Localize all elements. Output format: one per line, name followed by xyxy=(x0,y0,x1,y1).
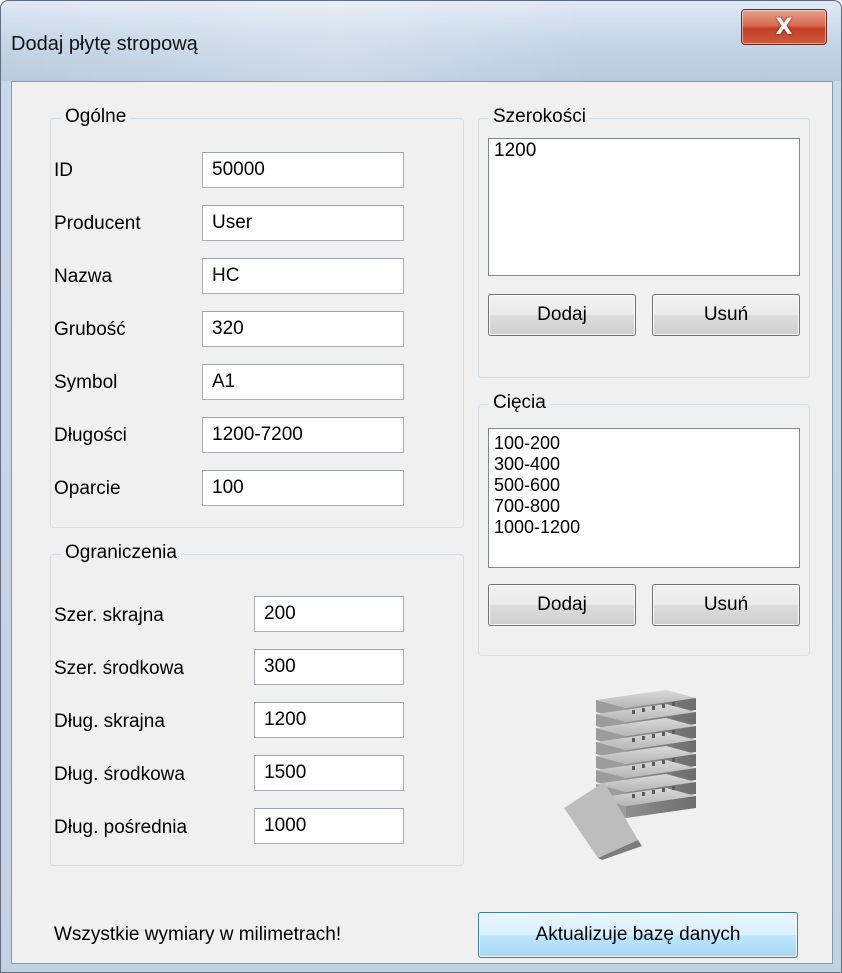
widths-remove-button[interactable]: Usuń xyxy=(652,294,800,336)
name-field[interactable]: HC xyxy=(202,258,404,294)
hollow-core-slabs-image xyxy=(564,690,696,860)
middle-length-field[interactable]: 1500 xyxy=(254,755,404,791)
dialog-client-area: Ogólne ID 50000 Producent User Nazwa HC … xyxy=(11,81,833,964)
close-button[interactable]: X xyxy=(741,9,827,45)
list-item[interactable]: 500-600 xyxy=(494,475,794,496)
symbol-field[interactable]: A1 xyxy=(202,364,404,400)
support-field[interactable]: 100 xyxy=(202,470,404,506)
widths-group-title: Szerokości xyxy=(489,105,590,129)
list-item[interactable]: 100-200 xyxy=(494,433,794,454)
close-icon: X xyxy=(775,14,793,40)
limits-group-title: Ograniczenia xyxy=(61,541,181,565)
middle-length-label: Dług. środkowa xyxy=(54,764,185,785)
list-item[interactable]: 700-800 xyxy=(494,496,794,517)
producer-label: Producent xyxy=(54,213,141,234)
cuts-group-title: Cięcia xyxy=(489,391,550,415)
name-label: Nazwa xyxy=(54,266,113,287)
lengths-field[interactable]: 1200-7200 xyxy=(202,417,404,453)
widths-list[interactable]: 1200 xyxy=(488,138,800,276)
edge-length-label: Dług. skrajna xyxy=(54,711,165,732)
support-label: Oparcie xyxy=(54,478,121,499)
list-item[interactable]: 1200 xyxy=(494,141,794,161)
list-item[interactable]: 1000-1200 xyxy=(494,517,794,538)
id-label: ID xyxy=(54,160,73,181)
thickness-field[interactable]: 320 xyxy=(202,311,404,347)
cuts-remove-button[interactable]: Usuń xyxy=(652,584,800,626)
edge-width-label: Szer. skrajna xyxy=(54,605,164,626)
intermediate-length-field[interactable]: 1000 xyxy=(254,808,404,844)
general-group-title: Ogólne xyxy=(61,105,131,129)
intermediate-length-label: Dług. pośrednia xyxy=(54,817,188,838)
edge-width-field[interactable]: 200 xyxy=(254,596,404,632)
cuts-list[interactable]: 100-200 300-400 500-600 700-800 1000-120… xyxy=(488,428,800,568)
id-field[interactable]: 50000 xyxy=(202,152,404,188)
units-note: Wszystkie wymiary w milimetrach! xyxy=(54,924,342,945)
title-bar[interactable]: Dodaj płytę stropową X xyxy=(1,1,841,81)
middle-width-label: Szer. środkowa xyxy=(54,658,184,679)
update-database-button[interactable]: Aktualizuje bazę danych xyxy=(478,912,798,958)
cuts-add-button[interactable]: Dodaj xyxy=(488,584,636,626)
middle-width-field[interactable]: 300 xyxy=(254,649,404,685)
dialog-window: Dodaj płytę stropową X Ogólne ID 50000 P… xyxy=(0,0,842,973)
list-item[interactable]: 300-400 xyxy=(494,454,794,475)
slab-stack xyxy=(564,690,696,860)
producer-field[interactable]: User xyxy=(202,205,404,241)
widths-add-button[interactable]: Dodaj xyxy=(488,294,636,336)
window-title: Dodaj płytę stropową xyxy=(11,33,198,55)
symbol-label: Symbol xyxy=(54,372,118,393)
lengths-label: Długości xyxy=(54,425,127,446)
edge-length-field[interactable]: 1200 xyxy=(254,702,404,738)
thickness-label: Grubość xyxy=(54,319,126,340)
